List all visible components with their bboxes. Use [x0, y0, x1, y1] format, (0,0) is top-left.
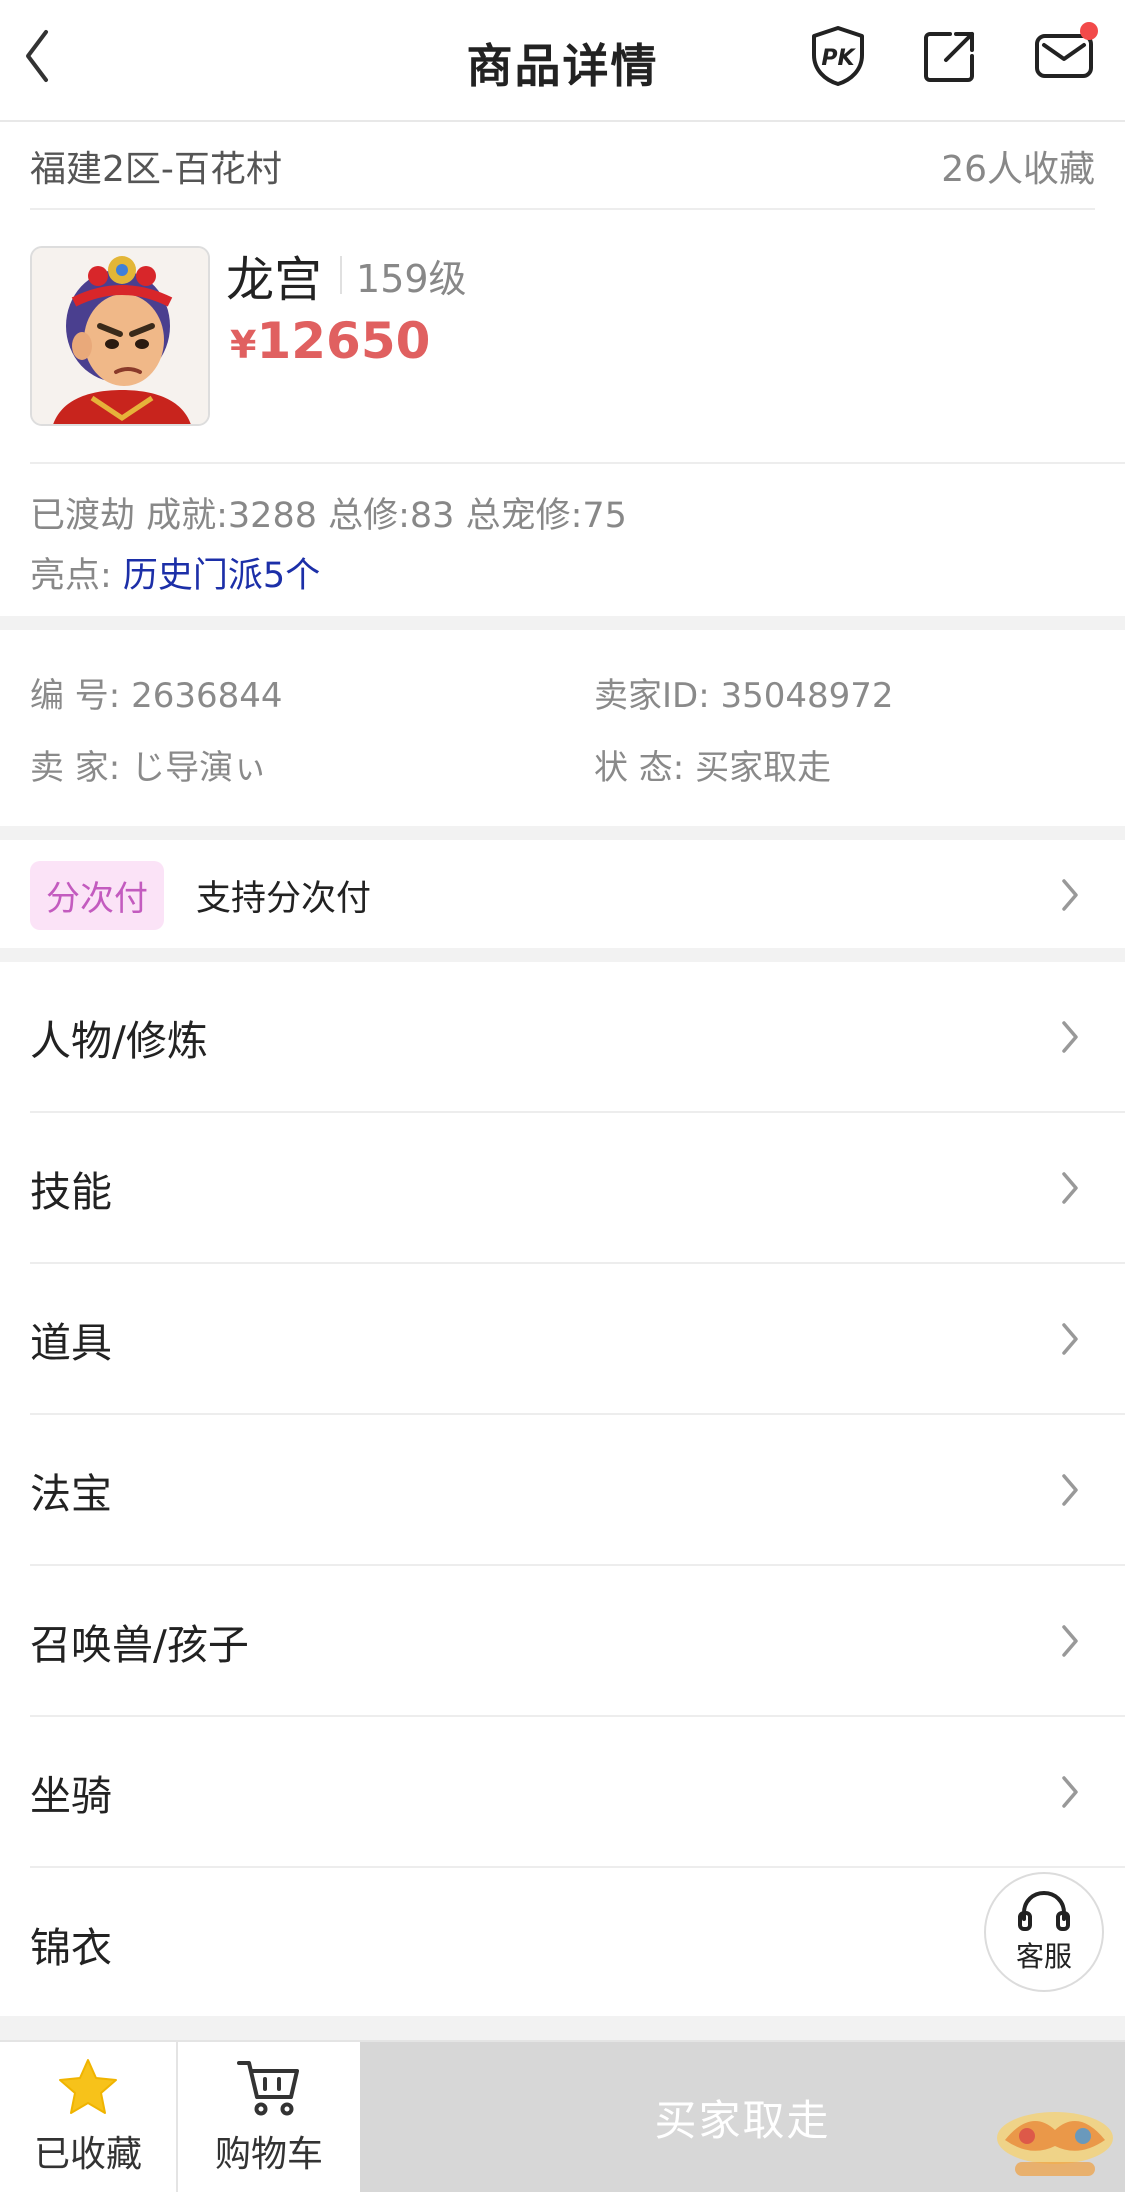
- server-name: 福建2区-百花村: [30, 149, 282, 190]
- seller-id-value: 35048972: [720, 676, 894, 716]
- seller-id: 卖家ID: 35048972: [594, 668, 894, 717]
- chevron-right-icon: [1055, 1470, 1085, 1510]
- character-class: 龙宫: [226, 252, 323, 308]
- favorite-label: 已收藏: [33, 2134, 142, 2175]
- installment-badge: 分次付: [30, 860, 164, 930]
- chevron-right-icon: [1055, 1319, 1085, 1359]
- highlight-label: 亮点:: [30, 556, 123, 596]
- headset-icon: [1018, 1890, 1070, 1931]
- character-name-line: 龙宫 159级: [226, 240, 467, 310]
- chevron-right-icon: [1055, 1772, 1085, 1812]
- highlight-line: 亮点: 历史门派5个: [30, 546, 627, 606]
- cart-label: 购物车: [214, 2134, 323, 2175]
- buy-button-label: 买家取走: [654, 2095, 831, 2145]
- menu-item-label: 法宝: [30, 1469, 112, 1518]
- item-id-value: 2636844: [131, 676, 283, 716]
- seller-label: 卖 家:: [30, 748, 121, 788]
- section-divider: [0, 948, 1125, 962]
- seller-value: じ导演ぃ: [131, 748, 268, 788]
- section-divider: [0, 826, 1125, 840]
- menu-item-treasures[interactable]: 法宝: [30, 1415, 1125, 1566]
- character-portrait-image: [32, 248, 208, 424]
- menu-item-skills[interactable]: 技能: [30, 1113, 1125, 1264]
- buy-button[interactable]: 买家取走: [360, 2042, 1125, 2192]
- menu-item-character[interactable]: 人物/修炼: [30, 962, 1125, 1113]
- customer-service-button[interactable]: 客服: [984, 1872, 1104, 1992]
- notification-dot: [1080, 22, 1098, 40]
- message-button[interactable]: [1032, 22, 1098, 88]
- chevron-right-icon: [1055, 1621, 1085, 1661]
- attribute-summary: 已渡劫 成就:3288 总修:83 总宠修:75 亮点: 历史门派5个: [30, 486, 627, 606]
- menu-item-label: 坐骑: [30, 1771, 112, 1820]
- cart-button[interactable]: 购物车: [180, 2042, 358, 2192]
- share-button[interactable]: [918, 24, 982, 88]
- chevron-right-icon: [1055, 875, 1085, 915]
- menu-item-mounts[interactable]: 坐骑: [30, 1717, 1125, 1868]
- menu-item-outfits[interactable]: 锦衣: [30, 1868, 1125, 2019]
- pk-button[interactable]: PK: [806, 24, 870, 88]
- customer-service-label: 客服: [1015, 1940, 1072, 1973]
- menu-item-label: 道具: [30, 1318, 112, 1367]
- detail-menu: 人物/修炼 技能 道具 法宝 召唤兽/孩子 坐骑 锦衣: [0, 962, 1125, 2019]
- seller-id-label: 卖家ID:: [594, 676, 710, 716]
- character-level: 159级: [356, 256, 467, 301]
- seller-info: 编 号: 2636844 卖家ID: 35048972 卖 家: じ导演ぃ 状 …: [30, 636, 1095, 826]
- installment-text: 支持分次付: [196, 878, 372, 919]
- menu-item-items[interactable]: 道具: [30, 1264, 1125, 1415]
- item-id-label: 编 号:: [30, 676, 121, 716]
- section-divider: [0, 616, 1125, 630]
- status-value: 买家取走: [695, 748, 832, 788]
- bottom-action-bar: 已收藏 购物车 买家取走: [0, 2040, 1125, 2192]
- highlight-value[interactable]: 历史门派5个: [123, 556, 320, 596]
- name-separator: [340, 256, 343, 294]
- product-summary: 龙宫 159级 ¥12650: [30, 212, 1125, 464]
- server-row: 福建2区-百花村 26人收藏: [30, 124, 1095, 210]
- top-bar: 商品详情 PK: [0, 0, 1125, 122]
- star-icon: [59, 2059, 117, 2114]
- status-label: 状 态:: [594, 748, 685, 788]
- favorite-count: 26人收藏: [941, 149, 1095, 190]
- character-avatar[interactable]: [30, 246, 210, 426]
- chevron-right-icon: [1055, 1017, 1085, 1057]
- menu-item-label: 技能: [30, 1167, 112, 1216]
- pk-shield-icon: PK: [812, 26, 864, 86]
- currency-symbol: ¥: [230, 323, 257, 367]
- menu-item-label: 人物/修炼: [30, 1016, 208, 1065]
- menu-item-pets[interactable]: 召唤兽/孩子: [30, 1566, 1125, 1717]
- cart-icon: [237, 2061, 299, 2116]
- menu-item-label: 锦衣: [30, 1923, 112, 1972]
- installment-row[interactable]: 分次付 支持分次付: [0, 842, 1125, 948]
- chevron-right-icon: [1055, 1168, 1085, 1208]
- favorite-button[interactable]: 已收藏: [0, 2042, 178, 2192]
- menu-item-label: 召唤兽/孩子: [30, 1620, 249, 1669]
- section-divider: [0, 2016, 1125, 2040]
- svg-text:PK: PK: [821, 46, 856, 71]
- item-id: 编 号: 2636844: [30, 668, 283, 717]
- price-value: 12650: [256, 312, 431, 370]
- share-icon: [924, 32, 974, 82]
- game-logo-watermark: [997, 2112, 1113, 2176]
- seller: 卖 家: じ导演ぃ: [30, 740, 267, 789]
- attribute-line: 已渡劫 成就:3288 总修:83 总宠修:75: [30, 496, 627, 536]
- price: ¥12650: [230, 312, 430, 370]
- status: 状 态: 买家取走: [594, 740, 831, 789]
